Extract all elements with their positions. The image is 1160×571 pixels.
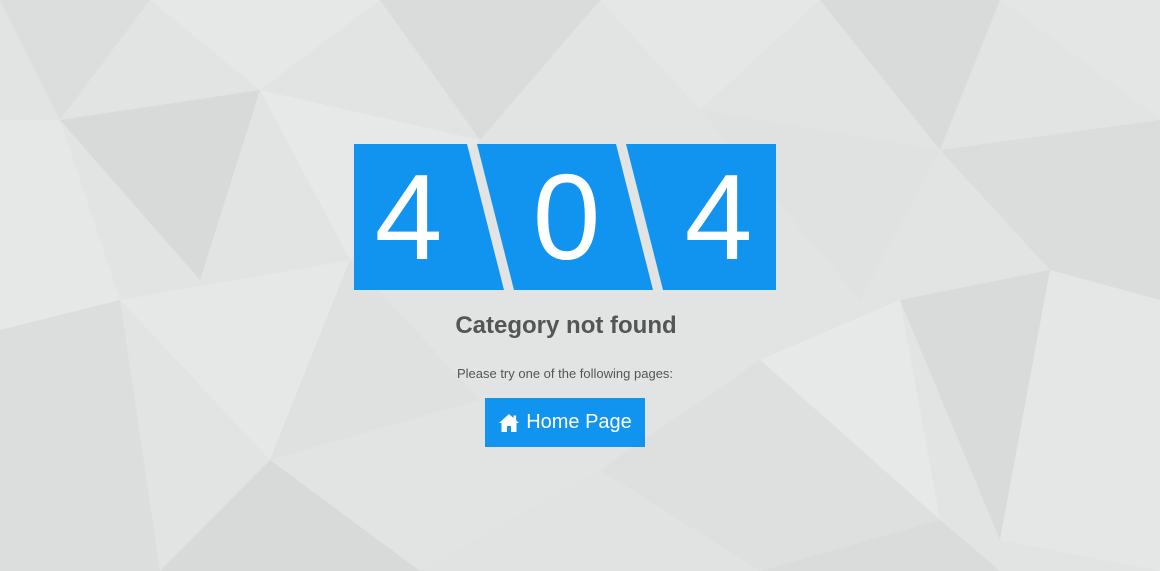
error-page: 4 0 4 Category not found Please try one … <box>0 0 1160 571</box>
error-code-graphic: 4 0 4 <box>354 144 776 290</box>
page-subtitle: Please try one of the following pages: <box>456 366 674 381</box>
home-page-button[interactable]: Home Page <box>485 398 645 447</box>
page-title: Category not found <box>455 312 677 339</box>
home-icon <box>498 412 520 434</box>
error-digit-3: 4 <box>684 149 753 285</box>
error-digit-1: 4 <box>374 149 443 285</box>
error-digit-2: 0 <box>532 149 601 285</box>
home-page-button-label: Home Page <box>526 411 632 433</box>
